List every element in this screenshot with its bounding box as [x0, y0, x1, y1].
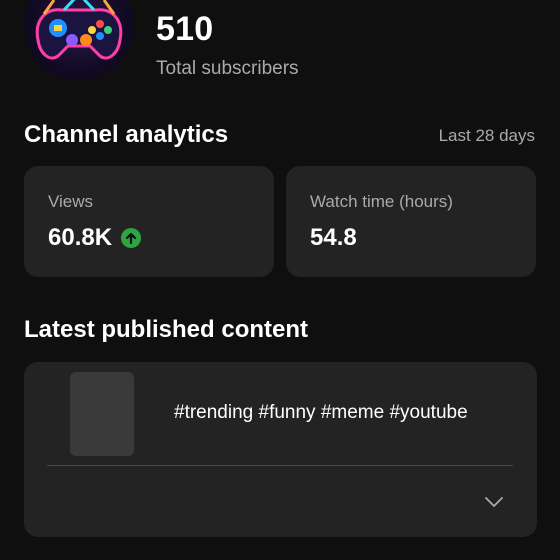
watch-time-label: Watch time (hours)	[310, 192, 453, 211]
chevron-down-icon[interactable]	[482, 490, 506, 514]
subscriber-count: 510	[156, 10, 214, 48]
video-title[interactable]: #trending #funny #meme #youtube	[174, 402, 468, 424]
arrow-up-circle-icon	[121, 228, 142, 248]
video-thumbnail[interactable]	[70, 372, 134, 456]
watch-time-value: 54.8	[310, 224, 357, 251]
analytics-period[interactable]: Last 28 days	[439, 126, 535, 146]
studio-dashboard: 510 Total subscribers Channel analytics …	[0, 0, 560, 560]
watch-time-card[interactable]: Watch time (hours) 54.8	[286, 166, 536, 277]
views-value-row: 60.8K	[48, 224, 142, 252]
views-label: Views	[48, 192, 94, 211]
divider	[47, 465, 513, 466]
latest-content-title: Latest published content	[24, 316, 309, 343]
analytics-title: Channel analytics	[24, 121, 229, 148]
channel-avatar[interactable]	[24, 0, 134, 80]
views-value: 60.8K	[48, 224, 113, 251]
views-card[interactable]: Views 60.8K	[24, 166, 274, 277]
gamepad-logo-icon	[35, 0, 123, 60]
latest-content-card[interactable]: #trending #funny #meme #youtube	[24, 362, 537, 537]
watch-time-value-row: 54.8	[310, 224, 357, 252]
subscriber-label: Total subscribers	[156, 58, 299, 79]
